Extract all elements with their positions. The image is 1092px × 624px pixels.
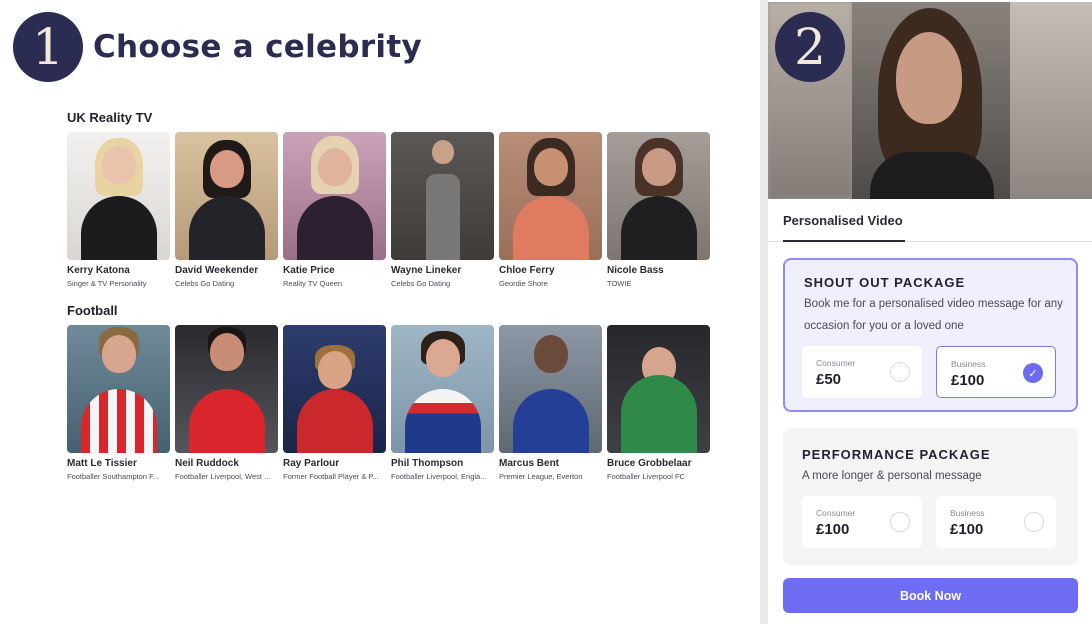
celebrity-subtitle: Footballer Southampton F... (67, 472, 160, 481)
step-1-badge: 1 (13, 12, 83, 82)
celebrity-subtitle: Geordie Shore (499, 279, 548, 288)
celebrity-name[interactable]: Phil Thompson (391, 458, 494, 469)
radio-button[interactable] (890, 362, 910, 382)
celebrity-name[interactable]: Nicole Bass (607, 265, 710, 276)
celebrity-card-ray-parlour[interactable]: Ray Parlour Former Football Player & P..… (283, 325, 386, 481)
celebrity-card-katie-price[interactable]: Katie Price Reality TV Queen (283, 132, 386, 288)
celebrity-subtitle: Footballer Liverpool, West ... (175, 472, 271, 481)
option-label: Business (950, 508, 985, 518)
celebrity-photo[interactable] (499, 325, 602, 453)
option-label: Consumer (816, 508, 856, 518)
tab-active-indicator (783, 240, 905, 242)
consumer-option[interactable]: Consumer £100 (802, 496, 922, 548)
radio-button[interactable] (1024, 512, 1044, 532)
celebrity-card-bruce-grobbelaar[interactable]: Bruce Grobbelaar Footballer Liverpool FC (607, 325, 710, 481)
celebrity-photo[interactable] (499, 132, 602, 260)
celebrity-name[interactable]: Matt Le Tissier (67, 458, 170, 469)
celebrity-photo[interactable] (175, 132, 278, 260)
option-price: £100 (816, 521, 850, 538)
celebrity-card-chloe-ferry[interactable]: Chloe Ferry Geordie Shore (499, 132, 602, 288)
consumer-option[interactable]: Consumer £50 (802, 346, 922, 398)
business-option[interactable]: Business £100 ✓ (936, 346, 1056, 398)
check-icon[interactable]: ✓ (1023, 363, 1043, 383)
celebrity-photo[interactable] (391, 325, 494, 453)
celebrity-photo[interactable] (67, 325, 170, 453)
option-label: Consumer (816, 358, 856, 368)
celebrity-card-matt-le-tissier[interactable]: Matt Le Tissier Footballer Southampton F… (67, 325, 170, 481)
celebrity-name[interactable]: Wayne Lineker (391, 265, 494, 276)
option-price: £100 (950, 521, 984, 538)
option-price: £50 (816, 371, 842, 388)
step-2-badge: 2 (775, 12, 845, 82)
tab-personalised-video[interactable]: Personalised Video (783, 213, 903, 228)
celebrity-card-wayne-lineker[interactable]: Wayne Lineker Celebs Go Dating (391, 132, 494, 288)
celebrity-photo[interactable] (607, 132, 710, 260)
celebrity-grid-football: Matt Le Tissier Footballer Southampton F… (67, 325, 710, 481)
celebrity-card-david-weekender[interactable]: David Weekender Celebs Go Dating (175, 132, 278, 288)
celebrity-photo[interactable] (391, 132, 494, 260)
package-description: A more longer & personal message (802, 470, 982, 482)
celebrity-subtitle: Former Football Player & P... (283, 472, 379, 481)
selected-celebrity-photo: 2 (768, 2, 1092, 199)
package-title: SHOUT OUT PACKAGE (804, 275, 966, 290)
celebrity-subtitle: Singer & TV Personality (67, 279, 147, 288)
book-now-button[interactable]: Book Now (783, 578, 1078, 613)
celebrity-name[interactable]: Neil Ruddock (175, 458, 278, 469)
celebrity-subtitle: Reality TV Queen (283, 279, 343, 288)
celebrity-name[interactable]: Kerry Katona (67, 265, 170, 276)
celebrity-card-neil-ruddock[interactable]: Neil Ruddock Footballer Liverpool, West … (175, 325, 278, 481)
celebrity-photo[interactable] (607, 325, 710, 453)
package-title: PERFORMANCE PACKAGE (802, 447, 991, 462)
celebrity-card-phil-thompson[interactable]: Phil Thompson Footballer Liverpool, Engl… (391, 325, 494, 481)
section-title-football: Football (67, 303, 118, 318)
shout-out-package-card[interactable]: SHOUT OUT PACKAGE Book me for a personal… (783, 258, 1078, 412)
celebrity-name[interactable]: Chloe Ferry (499, 265, 602, 276)
celebrity-subtitle: Footballer Liverpool FC (607, 472, 685, 481)
celebrity-card-nicole-bass[interactable]: Nicole Bass TOWIE (607, 132, 710, 288)
celebrity-subtitle: TOWIE (607, 279, 632, 288)
section-title-uk-reality-tv: UK Reality TV (67, 110, 153, 125)
celebrity-name[interactable]: David Weekender (175, 265, 278, 276)
celebrity-card-marcus-bent[interactable]: Marcus Bent Premier League, Everton (499, 325, 602, 481)
celebrity-card-kerry-katona[interactable]: Kerry Katona Singer & TV Personality (67, 132, 170, 288)
step-1-header: 1 Choose a celebrity (13, 12, 422, 82)
package-description: Book me for a personalised video message… (804, 298, 1063, 332)
celebrity-name[interactable]: Bruce Grobbelaar (607, 458, 710, 469)
celebrity-subtitle: Celebs Go Dating (175, 279, 235, 288)
celebrity-grid-uk-reality-tv: Kerry Katona Singer & TV Personality Dav… (67, 132, 710, 288)
radio-button[interactable] (890, 512, 910, 532)
option-label: Business (951, 359, 986, 369)
celebrity-subtitle: Celebs Go Dating (391, 279, 451, 288)
celebrity-subtitle: Footballer Liverpool, Engla... (391, 472, 487, 481)
celebrity-name[interactable]: Ray Parlour (283, 458, 386, 469)
celebrity-name[interactable]: Katie Price (283, 265, 386, 276)
business-option[interactable]: Business £100 (936, 496, 1056, 548)
celebrity-subtitle: Premier League, Everton (499, 472, 583, 481)
performance-package-card[interactable]: PERFORMANCE PACKAGE A more longer & pers… (783, 428, 1078, 565)
page-title: Choose a celebrity (93, 29, 422, 65)
option-price: £100 (951, 372, 985, 389)
celebrity-photo[interactable] (175, 325, 278, 453)
celebrity-photo[interactable] (283, 132, 386, 260)
celebrity-photo[interactable] (67, 132, 170, 260)
celebrity-name[interactable]: Marcus Bent (499, 458, 602, 469)
booking-panel: 2 Personalised Video SHOUT OUT PACKAGE B… (768, 0, 1092, 624)
celebrity-photo[interactable] (283, 325, 386, 453)
celebrity-chooser-panel: 1 Choose a celebrity UK Reality TV Kerry… (0, 0, 760, 624)
